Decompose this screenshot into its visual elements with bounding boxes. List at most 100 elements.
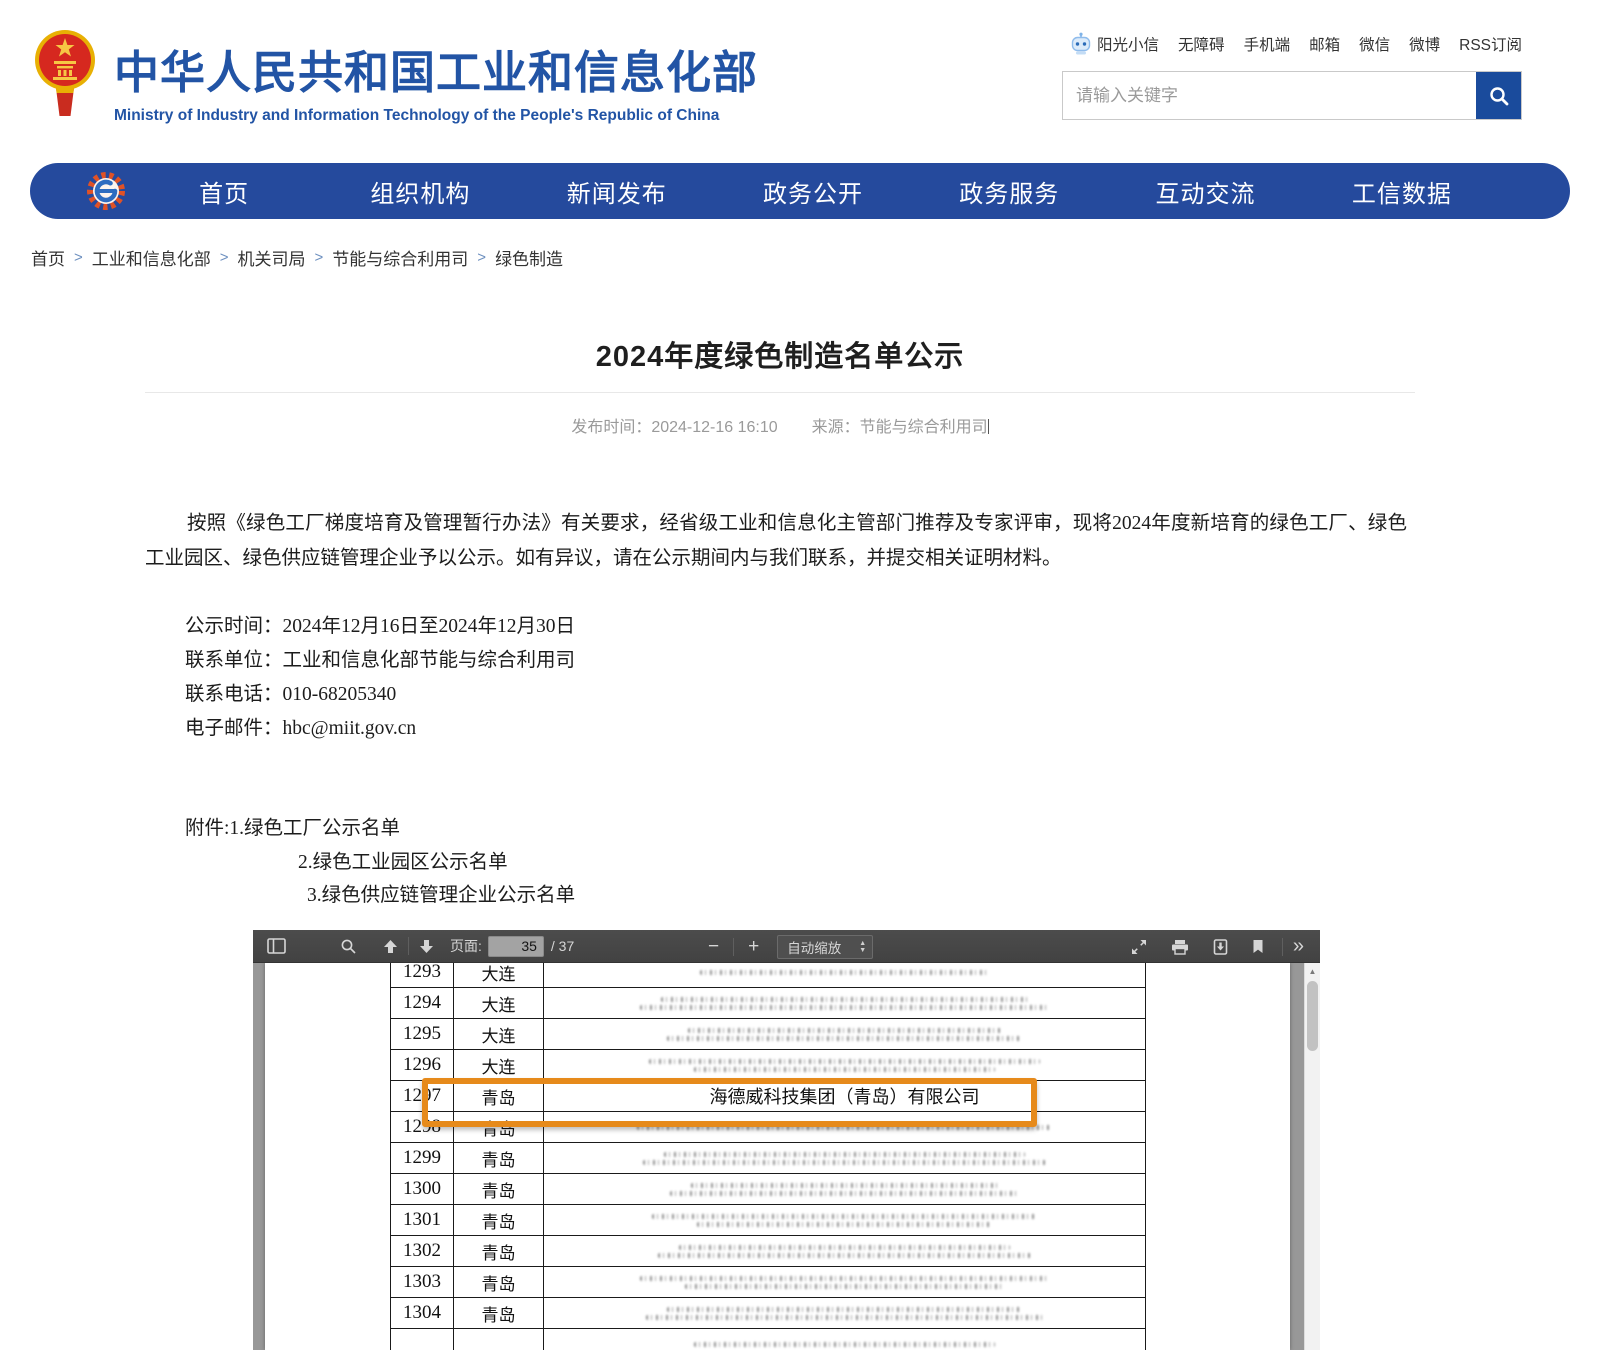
- quick-link[interactable]: 手机端: [1244, 33, 1291, 55]
- obscured-text: [685, 1284, 1004, 1289]
- contact-info-line: 公示时间：2024年12月16日至2024年12月30日: [185, 610, 575, 644]
- nav-item-政务公开[interactable]: 政务公开: [715, 174, 911, 209]
- quick-link[interactable]: RSS订阅: [1459, 33, 1522, 55]
- table-row: 1295大连: [391, 1019, 1147, 1050]
- quick-link[interactable]: 微信: [1359, 33, 1390, 55]
- table-row: 1303青岛: [391, 1267, 1147, 1298]
- print-icon: [1171, 939, 1189, 955]
- attachment-link[interactable]: 附件:1.绿色工厂公示名单: [185, 812, 575, 846]
- presentation-mode-button[interactable]: [1125, 934, 1153, 960]
- quick-link[interactable]: 邮箱: [1309, 33, 1340, 55]
- cell-city: 青岛: [454, 1174, 544, 1205]
- obscured-text: [679, 1245, 1010, 1250]
- cell-number: 1301: [391, 1205, 454, 1236]
- obscured-text: [640, 1005, 1049, 1010]
- quick-link[interactable]: 微博: [1409, 33, 1440, 55]
- table-row: 1298青岛: [391, 1112, 1147, 1143]
- sidebar-toggle-icon: [267, 938, 286, 954]
- toolbar-right-group: »: [1125, 930, 1310, 963]
- table-row: 1304青岛: [391, 1298, 1147, 1329]
- attachment-link[interactable]: 3.绿色供应链管理企业公示名单: [185, 879, 575, 913]
- quick-link-label: 邮箱: [1309, 33, 1340, 55]
- table-row: 1296大连: [391, 1050, 1147, 1081]
- quick-links: 阳光小信无障碍手机端邮箱微信微博 RSS订阅: [1070, 32, 1522, 56]
- nav-item-首页[interactable]: 首页: [126, 174, 322, 209]
- cell-company: [544, 963, 1146, 988]
- cell-company: [544, 1112, 1146, 1143]
- breadcrumb-separator: >: [477, 249, 486, 266]
- cell-company: [544, 1298, 1146, 1329]
- cell-number: 1299: [391, 1143, 454, 1174]
- table-row: 1294大连: [391, 988, 1147, 1019]
- zoom-out-button[interactable]: −: [698, 934, 729, 960]
- publish-time-label: 发布时间：: [571, 419, 651, 436]
- attachment-link[interactable]: 2.绿色工业园区公示名单: [185, 846, 575, 880]
- bookmark-button[interactable]: [1246, 934, 1270, 960]
- breadcrumb-separator: >: [74, 249, 83, 266]
- breadcrumb-item[interactable]: 节能与综合利用司: [332, 245, 468, 270]
- cell-number: 1297: [391, 1081, 454, 1112]
- contact-info-line: 电子邮件：hbc@miit.gov.cn: [185, 712, 575, 746]
- cell-number: 1294: [391, 988, 454, 1019]
- arrow-up-icon: [383, 939, 398, 954]
- page-number-input[interactable]: [488, 936, 544, 957]
- cell-city: 大连: [454, 963, 544, 988]
- nav-item-政务服务[interactable]: 政务服务: [911, 174, 1107, 209]
- page-count: / 37: [551, 938, 574, 954]
- obscured-text: [694, 1342, 995, 1347]
- cell-number: [391, 1329, 454, 1350]
- scrollbar-thumb[interactable]: [1307, 981, 1318, 1051]
- quick-link[interactable]: 阳光小信: [1070, 32, 1159, 56]
- cell-company: [544, 988, 1146, 1019]
- download-button[interactable]: [1207, 934, 1234, 960]
- nav-item-组织机构[interactable]: 组织机构: [322, 174, 518, 209]
- fullscreen-icon: [1131, 939, 1147, 955]
- page-number-label: 页面:: [450, 936, 482, 956]
- obscured-text: [691, 1183, 998, 1188]
- cell-company: [544, 1143, 1146, 1174]
- cell-city: 青岛: [454, 1298, 544, 1329]
- zoom-level-select[interactable]: 自动缩放 ▲▼: [777, 935, 873, 959]
- nav-item-新闻发布[interactable]: 新闻发布: [519, 174, 715, 209]
- breadcrumb-item[interactable]: 工业和信息化部: [92, 245, 211, 270]
- more-tools-button[interactable]: »: [1287, 934, 1310, 960]
- obscured-text: [697, 1222, 991, 1227]
- next-page-button[interactable]: [413, 933, 440, 959]
- zoom-in-button[interactable]: +: [738, 934, 769, 960]
- source-label: 来源：: [812, 419, 860, 436]
- cell-city: 青岛: [454, 1205, 544, 1236]
- main-nav: 首页组织机构新闻发布政务公开政务服务互动交流工信数据: [30, 163, 1570, 219]
- cell-company: [544, 1174, 1146, 1205]
- cell-number: 1295: [391, 1019, 454, 1050]
- obscured-text: [688, 1028, 1001, 1033]
- breadcrumb: 首页>工业和信息化部>机关司局>节能与综合利用司>绿色制造: [31, 245, 563, 270]
- scroll-up-icon: ▲: [1305, 963, 1320, 976]
- breadcrumb-item[interactable]: 绿色制造: [495, 245, 563, 270]
- quick-link-label: 无障碍: [1178, 33, 1225, 55]
- quick-link[interactable]: 无障碍: [1178, 33, 1225, 55]
- obscured-text: [646, 1315, 1043, 1320]
- breadcrumb-item[interactable]: 首页: [31, 245, 65, 270]
- cell-company: [544, 1205, 1146, 1236]
- site-title-en: Ministry of Industry and Information Tec…: [114, 107, 758, 125]
- title-divider: [145, 392, 1415, 393]
- obscured-text: [664, 1152, 1025, 1157]
- obscured-text: [667, 1036, 1022, 1041]
- pdf-search-button[interactable]: [334, 933, 363, 959]
- sidebar-toggle-button[interactable]: [261, 933, 292, 959]
- cell-number: 1304: [391, 1298, 454, 1329]
- breadcrumb-item[interactable]: 机关司局: [238, 245, 306, 270]
- nav-item-互动交流[interactable]: 互动交流: [1107, 174, 1303, 209]
- cell-company: [544, 1050, 1146, 1081]
- pdf-document-area: 1293大连1294大连1295大连1296大连1297青岛海德威科技集团（青岛…: [253, 963, 1320, 1350]
- print-button[interactable]: [1165, 934, 1195, 960]
- toolbar-divider: [408, 937, 409, 955]
- pdf-search-icon: [340, 938, 357, 955]
- search-button[interactable]: [1476, 72, 1521, 119]
- previous-page-button[interactable]: [377, 933, 404, 959]
- search-input[interactable]: [1063, 72, 1476, 119]
- cell-number: 1296: [391, 1050, 454, 1081]
- cell-company: [544, 1267, 1146, 1298]
- nav-item-工信数据[interactable]: 工信数据: [1304, 174, 1500, 209]
- pdf-scrollbar[interactable]: ▲: [1304, 963, 1320, 1350]
